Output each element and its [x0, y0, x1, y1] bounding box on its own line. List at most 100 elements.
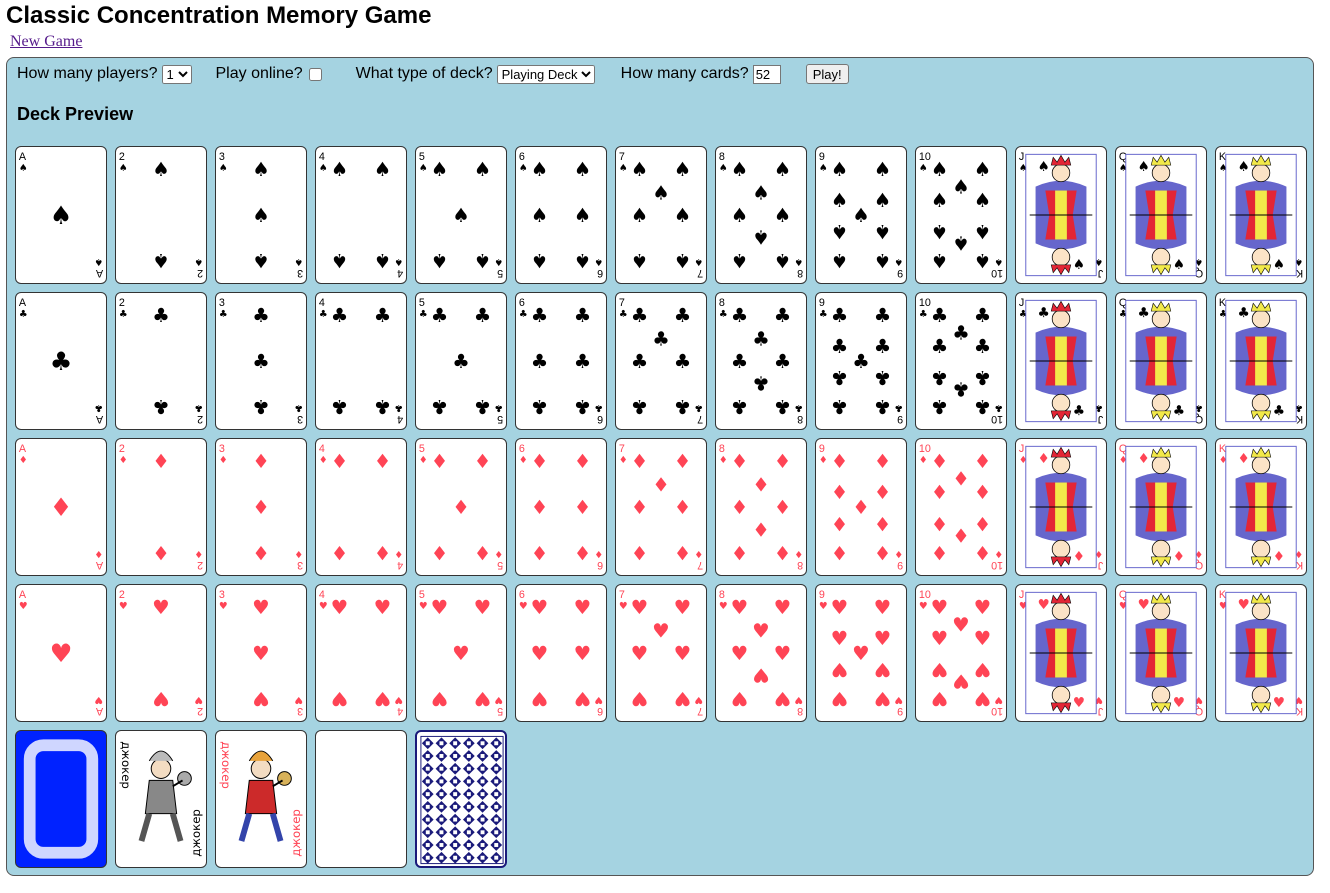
- suit-pip: ♥: [831, 596, 849, 619]
- suit-pip: ♠: [774, 204, 792, 227]
- svg-text:9: 9: [819, 443, 825, 455]
- card-corner-top: 5♥: [419, 589, 428, 612]
- suit-pip: ♥: [731, 642, 749, 665]
- suit-pip: ♥: [631, 596, 649, 619]
- svg-text:5: 5: [497, 559, 503, 571]
- svg-text:9: 9: [897, 559, 903, 571]
- suit-pip: ♣: [331, 304, 349, 327]
- suit-pip: ♣: [774, 350, 792, 373]
- card-9-of-hearts: 9 ♥ 9 ♥ ♥ ♥ ♥ ♥ ♥ ♥ ♥ ♥ ♥: [815, 584, 907, 722]
- suit-pip: ♦: [252, 450, 270, 473]
- svg-text:3: 3: [297, 267, 303, 279]
- card-corner-top: 10♥: [919, 589, 931, 612]
- suit-pip: ♣: [474, 304, 492, 327]
- suit-pip: ♠: [652, 181, 670, 204]
- svg-text:9: 9: [819, 589, 825, 601]
- play-button[interactable]: Play!: [805, 64, 849, 84]
- joker-label-top: джокер: [219, 741, 233, 789]
- svg-text:7: 7: [697, 413, 703, 425]
- svg-text:♣: ♣: [1138, 305, 1150, 321]
- card-count-input[interactable]: [752, 64, 781, 84]
- svg-text:♠: ♠: [294, 256, 303, 267]
- svg-text:A: A: [19, 297, 27, 309]
- card-q-of-spades: Q ♠ Q ♠ ♠ ♠: [1115, 146, 1207, 284]
- card-4-of-diamonds: 4 ♦ 4 ♦ ♦ ♦ ♦ ♦: [315, 438, 407, 576]
- suit-pip: ♠: [674, 204, 692, 227]
- card-corner-top: 7♥: [619, 589, 628, 612]
- svg-text:♦: ♦: [519, 455, 528, 466]
- svg-text:♣: ♣: [794, 402, 803, 413]
- card-corner-top: A♣: [19, 297, 28, 320]
- joker-label-bottom: джокер: [289, 809, 303, 857]
- svg-text:8: 8: [719, 589, 725, 601]
- suit-pip: ♥: [874, 658, 892, 681]
- deck-type-select[interactable]: Playing Deck: [496, 64, 595, 84]
- online-checkbox[interactable]: [308, 67, 322, 81]
- svg-text:2: 2: [197, 413, 203, 425]
- svg-text:♥: ♥: [394, 694, 403, 705]
- svg-text:3: 3: [219, 589, 225, 601]
- card-corner-bottom: 3♦: [294, 548, 303, 571]
- suit-pip: ♠: [974, 189, 992, 212]
- new-game-link[interactable]: New Game: [10, 33, 82, 51]
- card-corner-top: 7♠: [619, 151, 628, 174]
- card-corner-top: 6♦: [519, 443, 528, 466]
- card-corner-bottom: A♠: [94, 256, 103, 279]
- suit-pip: ♦: [674, 496, 692, 519]
- suit-pip: ♦: [431, 450, 449, 473]
- svg-text:10: 10: [991, 559, 1003, 571]
- svg-text:♠: ♠: [319, 163, 328, 174]
- svg-text:10: 10: [919, 443, 931, 455]
- card-3-of-spades: 3 ♠ 3 ♠ ♠ ♠ ♠: [215, 146, 307, 284]
- card-9-of-spades: 9 ♠ 9 ♠ ♠ ♠ ♠ ♠ ♠ ♠ ♠ ♠ ♠: [815, 146, 907, 284]
- svg-text:♣: ♣: [719, 309, 728, 320]
- suit-pip: ♠: [431, 158, 449, 181]
- svg-text:J: J: [1098, 559, 1103, 571]
- players-select[interactable]: 1234: [161, 64, 192, 84]
- svg-text:♥: ♥: [1073, 695, 1085, 711]
- suit-pip: ♠: [631, 158, 649, 181]
- suit-pip: ♠: [531, 204, 549, 227]
- svg-text:♦: ♦: [1238, 451, 1250, 467]
- suit-pip: ♣: [452, 350, 470, 373]
- svg-text:A: A: [19, 589, 27, 601]
- card-4-of-hearts: 4 ♥ 4 ♥ ♥ ♥ ♥ ♥: [315, 584, 407, 722]
- svg-text:♣: ♣: [294, 402, 303, 413]
- svg-text:♦: ♦: [794, 548, 803, 559]
- suit-pip: ♦: [931, 512, 949, 535]
- card-corner-bottom: 8♦: [794, 548, 803, 571]
- suit-pip: ♣: [931, 335, 949, 358]
- suit-pip: ♠: [474, 158, 492, 181]
- svg-text:♥: ♥: [419, 601, 428, 612]
- suit-pip: ♦: [674, 450, 692, 473]
- card-6-of-hearts: 6 ♥ 6 ♥ ♥ ♥ ♥ ♥ ♥ ♥: [515, 584, 607, 722]
- suit-pip: ♣: [531, 304, 549, 327]
- svg-text:10: 10: [991, 413, 1003, 425]
- suit-pip: ♣: [252, 304, 270, 327]
- card-5-of-diamonds: 5 ♦ 5 ♦ ♦ ♦ ♦ ♦ ♦: [415, 438, 507, 576]
- card-corner-top: 2♠: [119, 151, 128, 174]
- svg-text:7: 7: [697, 705, 703, 717]
- suit-pip: ♥: [831, 658, 849, 681]
- card-corner-top: A♦: [19, 443, 28, 466]
- suit-pip: ♣: [931, 366, 949, 389]
- suit-pip: ♥: [752, 664, 770, 687]
- suit-pip: ♣: [431, 395, 449, 418]
- suit-pip: ♠: [331, 158, 349, 181]
- suit-pip: ♥: [831, 627, 849, 650]
- svg-text:3: 3: [219, 151, 225, 163]
- suit-pip: ♦: [931, 450, 949, 473]
- card-3-of-clubs: 3 ♣ 3 ♣ ♣ ♣ ♣: [215, 292, 307, 430]
- suit-pip: ♠: [474, 249, 492, 272]
- svg-text:♣: ♣: [1038, 305, 1050, 321]
- svg-text:♣: ♣: [894, 402, 903, 413]
- card-corner-bottom: A♣: [94, 402, 103, 425]
- suit-pip: ♠: [152, 158, 170, 181]
- svg-text:♣: ♣: [94, 402, 103, 413]
- suit-pip: ♦: [731, 541, 749, 564]
- suit-pip: ♥: [831, 687, 849, 710]
- svg-text:♠: ♠: [94, 256, 103, 267]
- suit-pip: ♦: [574, 450, 592, 473]
- suit-pip: ♥: [431, 687, 449, 710]
- suit-pip: ♣: [752, 372, 770, 395]
